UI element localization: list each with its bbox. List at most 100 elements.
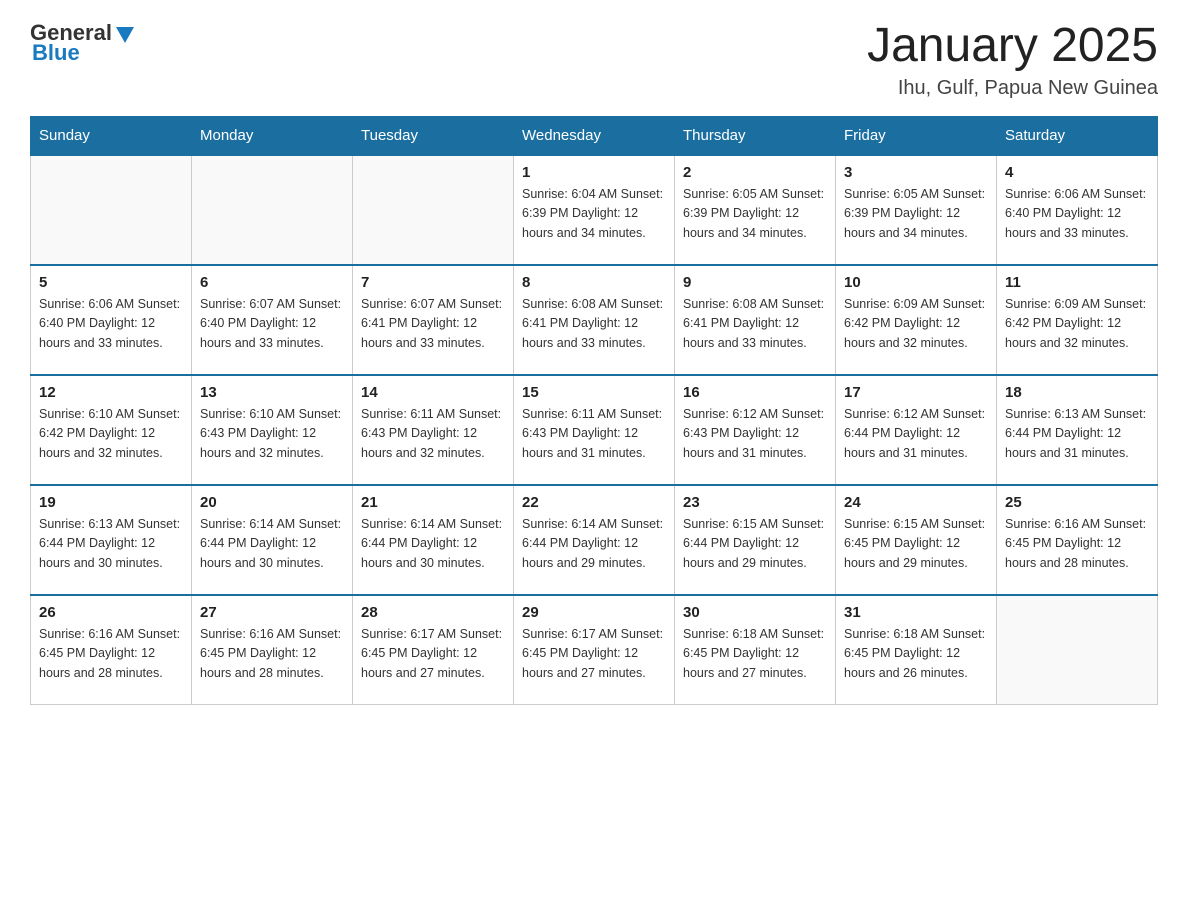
day-number: 13	[200, 384, 344, 401]
calendar-cell: 10Sunrise: 6:09 AM Sunset: 6:42 PM Dayli…	[836, 265, 997, 375]
day-number: 24	[844, 494, 988, 511]
calendar-cell: 31 Sunrise: 6:18 AM Sunset: 6:45 PM Dayli…	[836, 595, 997, 705]
calendar-cell: 20 Sunrise: 6:14 AM Sunset: 6:44 PM Dayli…	[192, 485, 353, 595]
day-info: Sunrise: 6:06 AM Sunset: 6:40 PM Dayligh…	[39, 295, 183, 353]
day-info: Sunrise: 6:09 AM Sunset: 6:42 PM Dayligh…	[844, 295, 988, 353]
day-info: Sunrise: 6:17 AM Sunset: 6:45 PM Dayligh…	[361, 625, 505, 683]
day-info: Sunrise: 6:15 AM Sunset: 6:45 PM Dayligh…	[844, 515, 988, 573]
calendar-cell: 28 Sunrise: 6:17 AM Sunset: 6:45 PM Dayli…	[353, 595, 514, 705]
title-area: January 2025 Ihu, Gulf, Papua New Guinea	[867, 20, 1158, 100]
calendar-cell: 5 Sunrise: 6:06 AM Sunset: 6:40 PM Daylig…	[31, 265, 192, 375]
day-info: Sunrise: 6:14 AM Sunset: 6:44 PM Dayligh…	[361, 515, 505, 573]
calendar-table: SundayMondayTuesdayWednesdayThursdayFrid…	[30, 116, 1158, 706]
day-number: 17	[844, 384, 988, 401]
day-number: 12	[39, 384, 183, 401]
day-number: 20	[200, 494, 344, 511]
location: Ihu, Gulf, Papua New Guinea	[867, 77, 1158, 100]
calendar-cell: 8Sunrise: 6:08 AM Sunset: 6:41 PM Daylig…	[514, 265, 675, 375]
day-number: 18	[1005, 384, 1149, 401]
calendar-cell: 26 Sunrise: 6:16 AM Sunset: 6:45 PM Dayli…	[31, 595, 192, 705]
calendar-cell: 29 Sunrise: 6:17 AM Sunset: 6:45 PM Dayli…	[514, 595, 675, 705]
calendar-cell: 22 Sunrise: 6:14 AM Sunset: 6:44 PM Dayli…	[514, 485, 675, 595]
calendar-header-row: SundayMondayTuesdayWednesdayThursdayFrid…	[31, 116, 1158, 155]
day-number: 25	[1005, 494, 1149, 511]
day-info: Sunrise: 6:05 AM Sunset: 6:39 PM Dayligh…	[844, 185, 988, 243]
calendar-cell	[31, 155, 192, 265]
calendar-cell: 16Sunrise: 6:12 AM Sunset: 6:43 PM Dayli…	[675, 375, 836, 485]
day-info: Sunrise: 6:16 AM Sunset: 6:45 PM Dayligh…	[39, 625, 183, 683]
day-number: 30	[683, 604, 827, 621]
calendar-cell: 18 Sunrise: 6:13 AM Sunset: 6:44 PM Dayli…	[997, 375, 1158, 485]
day-number: 22	[522, 494, 666, 511]
day-info: Sunrise: 6:14 AM Sunset: 6:44 PM Dayligh…	[200, 515, 344, 573]
day-info: Sunrise: 6:16 AM Sunset: 6:45 PM Dayligh…	[1005, 515, 1149, 573]
calendar-week-row: 19 Sunrise: 6:13 AM Sunset: 6:44 PM Dayli…	[31, 485, 1158, 595]
day-info: Sunrise: 6:06 AM Sunset: 6:40 PM Dayligh…	[1005, 185, 1149, 243]
calendar-cell: 2Sunrise: 6:05 AM Sunset: 6:39 PM Daylig…	[675, 155, 836, 265]
column-header-wednesday: Wednesday	[514, 116, 675, 155]
calendar-week-row: 26 Sunrise: 6:16 AM Sunset: 6:45 PM Dayli…	[31, 595, 1158, 705]
calendar-cell: 30 Sunrise: 6:18 AM Sunset: 6:45 PM Dayli…	[675, 595, 836, 705]
calendar-cell: 12 Sunrise: 6:10 AM Sunset: 6:42 PM Dayli…	[31, 375, 192, 485]
column-header-friday: Friday	[836, 116, 997, 155]
day-number: 7	[361, 274, 505, 291]
calendar-week-row: 1Sunrise: 6:04 AM Sunset: 6:39 PM Daylig…	[31, 155, 1158, 265]
calendar-cell: 3 Sunrise: 6:05 AM Sunset: 6:39 PM Daylig…	[836, 155, 997, 265]
day-number: 8	[522, 274, 666, 291]
page-header: General Blue January 2025 Ihu, Gulf, Pap…	[30, 20, 1158, 100]
calendar-cell: 9 Sunrise: 6:08 AM Sunset: 6:41 PM Daylig…	[675, 265, 836, 375]
logo-triangle-icon	[114, 23, 136, 45]
day-info: Sunrise: 6:18 AM Sunset: 6:45 PM Dayligh…	[844, 625, 988, 683]
calendar-cell: 21 Sunrise: 6:14 AM Sunset: 6:44 PM Dayli…	[353, 485, 514, 595]
day-number: 4	[1005, 164, 1149, 181]
day-number: 5	[39, 274, 183, 291]
day-info: Sunrise: 6:10 AM Sunset: 6:42 PM Dayligh…	[39, 405, 183, 463]
day-number: 3	[844, 164, 988, 181]
day-number: 23	[683, 494, 827, 511]
day-info: Sunrise: 6:08 AM Sunset: 6:41 PM Dayligh…	[683, 295, 827, 353]
day-info: Sunrise: 6:15 AM Sunset: 6:44 PM Dayligh…	[683, 515, 827, 573]
day-info: Sunrise: 6:13 AM Sunset: 6:44 PM Dayligh…	[1005, 405, 1149, 463]
day-number: 31	[844, 604, 988, 621]
calendar-cell: 15 Sunrise: 6:11 AM Sunset: 6:43 PM Dayli…	[514, 375, 675, 485]
calendar-cell: 4 Sunrise: 6:06 AM Sunset: 6:40 PM Daylig…	[997, 155, 1158, 265]
column-header-monday: Monday	[192, 116, 353, 155]
calendar-cell: 14Sunrise: 6:11 AM Sunset: 6:43 PM Dayli…	[353, 375, 514, 485]
day-number: 11	[1005, 274, 1149, 291]
day-number: 15	[522, 384, 666, 401]
day-info: Sunrise: 6:11 AM Sunset: 6:43 PM Dayligh…	[522, 405, 666, 463]
day-info: Sunrise: 6:13 AM Sunset: 6:44 PM Dayligh…	[39, 515, 183, 573]
calendar-cell: 27Sunrise: 6:16 AM Sunset: 6:45 PM Dayli…	[192, 595, 353, 705]
column-header-tuesday: Tuesday	[353, 116, 514, 155]
month-title: January 2025	[867, 20, 1158, 73]
calendar-cell	[997, 595, 1158, 705]
day-info: Sunrise: 6:16 AM Sunset: 6:45 PM Dayligh…	[200, 625, 344, 683]
calendar-cell	[192, 155, 353, 265]
day-number: 26	[39, 604, 183, 621]
logo-blue-text: Blue	[32, 40, 80, 66]
calendar-cell: 11Sunrise: 6:09 AM Sunset: 6:42 PM Dayli…	[997, 265, 1158, 375]
day-number: 21	[361, 494, 505, 511]
day-info: Sunrise: 6:12 AM Sunset: 6:44 PM Dayligh…	[844, 405, 988, 463]
day-info: Sunrise: 6:18 AM Sunset: 6:45 PM Dayligh…	[683, 625, 827, 683]
day-number: 6	[200, 274, 344, 291]
calendar-cell: 7 Sunrise: 6:07 AM Sunset: 6:41 PM Daylig…	[353, 265, 514, 375]
day-number: 9	[683, 274, 827, 291]
day-number: 16	[683, 384, 827, 401]
day-number: 28	[361, 604, 505, 621]
calendar-cell: 19 Sunrise: 6:13 AM Sunset: 6:44 PM Dayli…	[31, 485, 192, 595]
column-header-sunday: Sunday	[31, 116, 192, 155]
day-info: Sunrise: 6:05 AM Sunset: 6:39 PM Dayligh…	[683, 185, 827, 243]
column-header-saturday: Saturday	[997, 116, 1158, 155]
day-info: Sunrise: 6:07 AM Sunset: 6:41 PM Dayligh…	[361, 295, 505, 353]
calendar-cell: 25 Sunrise: 6:16 AM Sunset: 6:45 PM Dayli…	[997, 485, 1158, 595]
day-number: 1	[522, 164, 666, 181]
day-number: 19	[39, 494, 183, 511]
calendar-cell: 23 Sunrise: 6:15 AM Sunset: 6:44 PM Dayli…	[675, 485, 836, 595]
day-info: Sunrise: 6:17 AM Sunset: 6:45 PM Dayligh…	[522, 625, 666, 683]
calendar-cell: 17 Sunrise: 6:12 AM Sunset: 6:44 PM Dayli…	[836, 375, 997, 485]
calendar-week-row: 5 Sunrise: 6:06 AM Sunset: 6:40 PM Daylig…	[31, 265, 1158, 375]
day-info: Sunrise: 6:14 AM Sunset: 6:44 PM Dayligh…	[522, 515, 666, 573]
calendar-cell: 24 Sunrise: 6:15 AM Sunset: 6:45 PM Dayli…	[836, 485, 997, 595]
day-number: 29	[522, 604, 666, 621]
